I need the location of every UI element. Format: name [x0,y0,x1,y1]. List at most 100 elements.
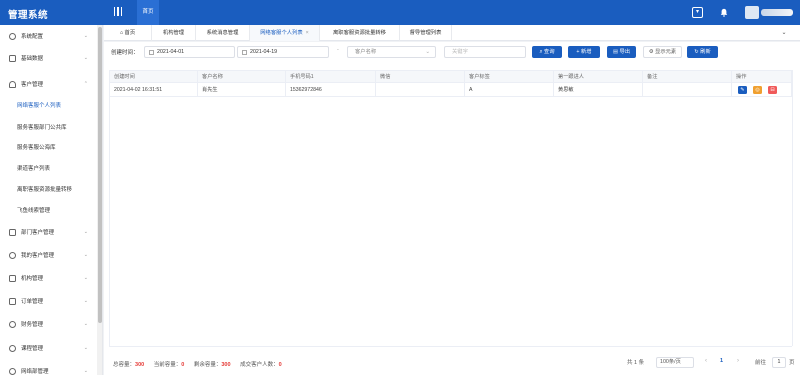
refresh-button[interactable]: ↻ 刷新 [687,46,718,58]
column-header[interactable]: 客户名称 [198,71,286,82]
cell-customer-tag: A [465,83,554,96]
pager-total: 共 1 条 [627,360,645,366]
user-icon [9,80,16,88]
sidebar-item-label: 客户管理 [21,82,44,88]
compass-icon [9,344,16,352]
chevron-down-icon: ⌄ [83,298,88,304]
remaining-capacity-value: 300 [221,362,231,368]
chevron-left-icon[interactable]: ‹ [705,358,707,364]
customer-field-select[interactable]: 客户名称 ⌄ [347,46,436,58]
cell-created-time: 2021-04-02 16:31:51 [110,83,198,96]
sidebar-subitem-resigned-transfer[interactable]: 离职客服资源批量转移 [0,179,97,199]
chevron-down-icon: ⌄ [83,229,88,235]
menu-toggle-icon[interactable] [114,7,122,16]
column-header[interactable]: 操作 [732,71,793,82]
avatar[interactable] [745,6,759,19]
chevron-up-icon: ⌃ [83,81,88,87]
show-elements-button[interactable]: ⚙ 显示元素 [643,46,682,58]
home-icon: ⌂ [119,30,124,36]
bell-icon[interactable] [720,8,728,17]
sidebar-item-network-dept[interactable]: 网络部管理 ⌄ [0,360,97,375]
current-capacity-value: 0 [181,362,185,368]
column-header[interactable]: 创建时间 [110,71,198,82]
sidebar-item-my-customer[interactable]: 我的客户管理 ⌄ [0,244,97,266]
capacity-stats: 总容量：300 当前容量：0 剩余容量：300 成交客户人数：0 [113,362,282,368]
sidebar-item-customer-management[interactable]: 客户管理 ⌃ [0,73,97,95]
column-header[interactable]: 手机号码1 [286,71,376,82]
sidebar-item-orders[interactable]: 订单管理 ⌄ [0,290,97,312]
delete-icon[interactable]: ⊟ [768,85,777,94]
goto-page-input[interactable]: 1 [772,357,786,368]
top-home-tab[interactable]: 首页 [137,0,159,25]
search-icon: ⌕ [539,49,543,55]
chevron-down-icon: ⌄ [83,345,88,351]
network-icon [9,367,16,375]
sidebar-scrollbar-thumb[interactable] [98,27,102,323]
export-button[interactable]: ▤ 导出 [607,46,636,58]
column-header[interactable]: 客户标签 [465,71,554,82]
gear-icon [9,32,16,40]
tab-institution[interactable]: 机构管理 [152,25,196,41]
search-button[interactable]: ⌕ 查询 [532,46,562,58]
sidebar-subitem-network-service[interactable]: 网络客服个人列表 [0,95,97,115]
cell-first-follower: 黄思敏 [554,83,643,96]
print-icon: ▤ [612,49,618,55]
sidebar-item-system-config[interactable]: 系统配置 ⌄ [0,25,97,47]
table-border-right [792,70,793,346]
sidebar-item-label: 部门客户管理 [21,230,55,236]
sidebar-subitem-dept-public[interactable]: 服务客服部门公共库 [0,117,97,137]
chevron-down-icon[interactable]: ⌄ [779,25,789,41]
tab-system-messages[interactable]: 系统消息管理 [196,25,250,41]
column-header[interactable]: 第一跟进人 [554,71,643,82]
top-bar: 管理系统 首页 ▾ [0,0,800,25]
chevron-right-icon[interactable]: › [737,358,739,364]
table-border-bottom [109,346,792,347]
wallet-icon [9,320,16,328]
sidebar-item-label: 订单管理 [21,299,44,305]
cell-customer-name: 肖先生 [198,83,286,96]
edit-icon[interactable]: ✎ [738,85,747,94]
sidebar-subitem-public-sea[interactable]: 服务客服公海库 [0,137,97,157]
sidebar-subitem-channel-customers[interactable]: 渠道客户列表 [0,158,97,178]
chevron-down-icon: ⌄ [425,49,430,55]
column-header[interactable]: 微信 [376,71,465,82]
page-tabs: ⌂ 首页 机构管理 系统消息管理 网络客服个人列表 × 离职客服资源批量转移 督导… [104,25,800,41]
page-size-select[interactable]: 100条/页 [656,357,694,368]
sidebar-item-dept-customer[interactable]: 部门客户管理 ⌄ [0,221,97,243]
sidebar-item-institution[interactable]: 机构管理 ⌄ [0,267,97,289]
table-row[interactable]: 2021-04-02 16:31:51 肖先生 15362972846 A 黄思… [110,83,791,97]
sidebar-item-courses[interactable]: 课程管理 ⌄ [0,337,97,359]
tab-supervisor[interactable]: 督导管理列表 [400,25,452,41]
close-icon[interactable]: × [306,30,309,36]
chevron-down-icon: ⌄ [83,33,88,39]
date-separator: - [337,47,339,53]
current-page[interactable]: 1 [720,358,723,364]
phone-icon [9,274,16,282]
cell-actions: ✎ ◎ ⊟ [732,83,793,96]
cell-remark [643,83,732,96]
sidebar-item-finance[interactable]: 财务管理 ⌄ [0,313,97,335]
add-button[interactable]: + 新增 [568,46,600,58]
created-time-label: 创建时间： [111,50,139,56]
user-name-blurred[interactable] [761,9,793,16]
view-icon[interactable]: ◎ [753,85,762,94]
column-header[interactable]: 备注 [643,71,732,82]
calendar-icon [149,50,154,55]
document-icon [9,54,16,62]
keyword-input[interactable]: 关键字 [444,46,526,58]
tab-resigned-transfer[interactable]: 离职客服资源批量转移 [320,25,400,41]
sidebar-subitem-feiyu-leads[interactable]: 飞鱼线索管理 [0,200,97,220]
sidebar-item-label: 课程管理 [21,346,44,352]
date-end-input[interactable]: 2021-04-19 [237,46,329,58]
sidebar-item-basic-data[interactable]: 基础数据 ⌄ [0,47,97,69]
person-icon [9,251,16,259]
chevron-down-icon: ⌄ [83,368,88,374]
folder-icon [9,228,16,236]
tab-home[interactable]: ⌂ 首页 [104,25,152,41]
fullscreen-icon[interactable]: ▾ [692,7,703,18]
total-capacity-value: 300 [135,362,145,368]
table-border-left [109,70,110,346]
date-start-input[interactable]: 2021-04-01 [144,46,235,58]
tab-network-service[interactable]: 网络客服个人列表 × [250,25,320,41]
sidebar-item-label: 财务管理 [21,322,44,328]
